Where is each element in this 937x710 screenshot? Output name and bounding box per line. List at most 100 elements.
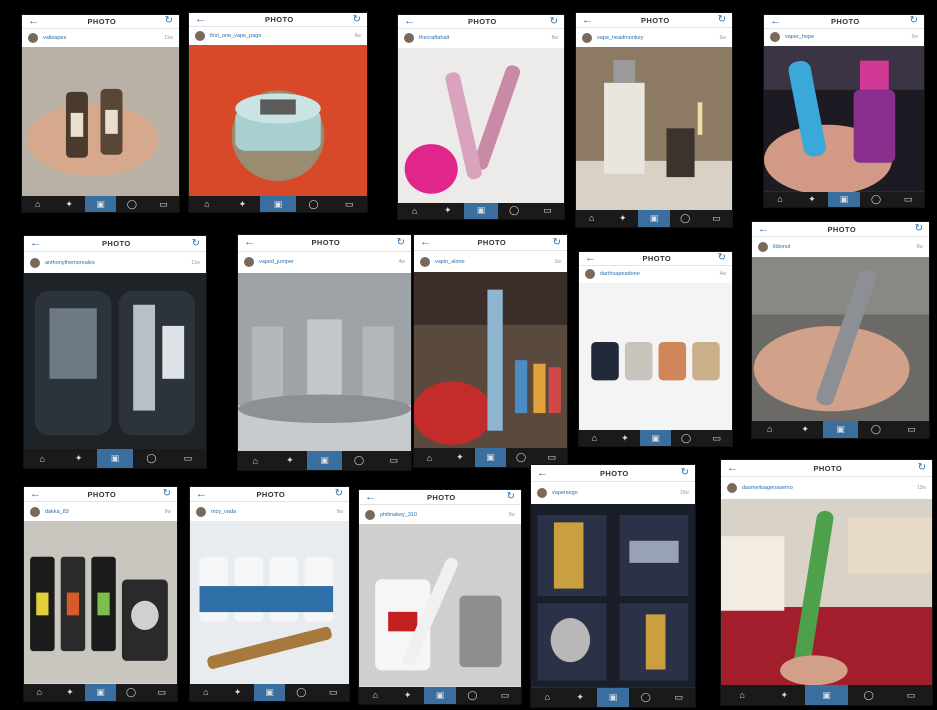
explore-icon[interactable]: ✦ bbox=[225, 196, 261, 212]
profile-icon[interactable]: ▭ bbox=[146, 684, 177, 701]
explore-icon[interactable]: ✦ bbox=[431, 203, 464, 219]
post-photo[interactable] bbox=[238, 272, 411, 452]
camera-icon[interactable]: ▣ bbox=[260, 196, 296, 212]
camera-icon[interactable]: ▣ bbox=[640, 430, 671, 446]
post-photo[interactable] bbox=[576, 47, 732, 210]
camera-icon[interactable]: ▣ bbox=[253, 683, 286, 701]
username-link[interactable]: vapin_alone bbox=[435, 259, 550, 265]
home-icon[interactable]: ⌂ bbox=[238, 451, 273, 470]
explore-icon[interactable]: ✦ bbox=[610, 430, 641, 446]
refresh-icon[interactable]: ↻ bbox=[918, 463, 926, 473]
activity-icon[interactable]: ◯ bbox=[133, 449, 169, 468]
profile-icon[interactable]: ▭ bbox=[376, 451, 411, 470]
explore-icon[interactable]: ✦ bbox=[55, 684, 86, 701]
activity-icon[interactable]: ◯ bbox=[629, 688, 662, 707]
home-icon[interactable]: ⌂ bbox=[24, 449, 60, 468]
post-photo[interactable] bbox=[190, 521, 349, 684]
profile-icon[interactable]: ▭ bbox=[148, 196, 179, 212]
home-icon[interactable]: ⌂ bbox=[189, 196, 225, 212]
back-arrow-icon[interactable]: ← bbox=[30, 238, 41, 249]
post-photo[interactable] bbox=[24, 521, 177, 684]
username-link[interactable]: philmakey_310 bbox=[380, 512, 504, 518]
activity-icon[interactable]: ◯ bbox=[848, 685, 890, 705]
camera-icon[interactable]: ▣ bbox=[475, 448, 506, 467]
back-arrow-icon[interactable]: ← bbox=[28, 15, 39, 27]
back-arrow-icon[interactable]: ← bbox=[195, 14, 206, 25]
home-icon[interactable]: ⌂ bbox=[398, 203, 431, 219]
back-arrow-icon[interactable]: ← bbox=[365, 491, 376, 503]
username-link[interactable]: mzy_vada bbox=[211, 509, 332, 515]
profile-icon[interactable]: ▭ bbox=[531, 203, 564, 219]
username-link[interactable]: vaitsapes bbox=[43, 35, 159, 41]
camera-icon[interactable]: ▣ bbox=[464, 202, 498, 219]
profile-icon[interactable]: ▭ bbox=[892, 192, 924, 207]
profile-icon[interactable]: ▭ bbox=[170, 449, 206, 468]
avatar[interactable] bbox=[30, 257, 40, 268]
username-link[interactable]: dakka_83 bbox=[45, 509, 160, 515]
camera-icon[interactable]: ▣ bbox=[822, 420, 859, 438]
explore-icon[interactable]: ✦ bbox=[564, 688, 597, 707]
activity-icon[interactable]: ◯ bbox=[671, 430, 702, 446]
post-photo[interactable] bbox=[752, 256, 929, 421]
back-arrow-icon[interactable]: ← bbox=[537, 467, 548, 479]
refresh-icon[interactable]: ↻ bbox=[550, 16, 558, 27]
avatar[interactable] bbox=[404, 33, 414, 44]
refresh-icon[interactable]: ↻ bbox=[718, 15, 726, 25]
home-icon[interactable]: ⌂ bbox=[22, 196, 53, 212]
profile-icon[interactable]: ▭ bbox=[331, 196, 367, 212]
avatar[interactable] bbox=[30, 506, 40, 517]
back-arrow-icon[interactable]: ← bbox=[770, 15, 781, 27]
avatar[interactable] bbox=[758, 241, 768, 252]
camera-icon[interactable]: ▣ bbox=[638, 209, 670, 227]
profile-icon[interactable]: ▭ bbox=[894, 421, 929, 438]
refresh-icon[interactable]: ↻ bbox=[397, 237, 405, 248]
camera-icon[interactable]: ▣ bbox=[84, 196, 117, 212]
refresh-icon[interactable]: ↻ bbox=[163, 489, 171, 499]
back-arrow-icon[interactable]: ← bbox=[244, 237, 255, 248]
activity-icon[interactable]: ◯ bbox=[296, 196, 332, 212]
explore-icon[interactable]: ✦ bbox=[391, 687, 423, 704]
home-icon[interactable]: ⌂ bbox=[579, 430, 610, 446]
refresh-icon[interactable]: ↻ bbox=[192, 238, 200, 249]
explore-icon[interactable]: ✦ bbox=[796, 192, 828, 207]
avatar[interactable] bbox=[365, 509, 375, 520]
avatar[interactable] bbox=[770, 32, 780, 43]
back-arrow-icon[interactable]: ← bbox=[758, 223, 769, 235]
home-icon[interactable]: ⌂ bbox=[752, 421, 787, 438]
back-arrow-icon[interactable]: ← bbox=[196, 488, 207, 500]
profile-icon[interactable]: ▭ bbox=[662, 688, 695, 707]
activity-icon[interactable]: ◯ bbox=[285, 684, 317, 701]
activity-icon[interactable]: ◯ bbox=[860, 192, 892, 207]
camera-icon[interactable]: ▣ bbox=[96, 449, 134, 468]
refresh-icon[interactable]: ↻ bbox=[335, 489, 343, 499]
avatar[interactable] bbox=[582, 32, 592, 43]
camera-icon[interactable]: ▣ bbox=[423, 686, 457, 704]
post-photo[interactable] bbox=[721, 499, 932, 686]
activity-icon[interactable]: ◯ bbox=[670, 210, 701, 227]
post-photo[interactable] bbox=[414, 272, 567, 449]
home-icon[interactable]: ⌂ bbox=[764, 192, 796, 207]
camera-icon[interactable]: ▣ bbox=[596, 687, 630, 707]
explore-icon[interactable]: ✦ bbox=[273, 451, 308, 470]
avatar[interactable] bbox=[195, 30, 205, 41]
home-icon[interactable]: ⌂ bbox=[531, 688, 564, 707]
back-arrow-icon[interactable]: ← bbox=[420, 237, 431, 248]
activity-icon[interactable]: ◯ bbox=[116, 684, 147, 701]
avatar[interactable] bbox=[537, 487, 547, 498]
username-link[interactable]: vape_headmonkey bbox=[597, 35, 715, 41]
username-link[interactable]: first_one_vape_page bbox=[210, 33, 350, 39]
post-photo[interactable] bbox=[189, 44, 367, 197]
username-link[interactable]: vapersego bbox=[552, 490, 675, 496]
avatar[interactable] bbox=[585, 269, 595, 280]
explore-icon[interactable]: ✦ bbox=[53, 196, 84, 212]
post-photo[interactable] bbox=[24, 273, 206, 450]
post-photo[interactable] bbox=[22, 46, 179, 197]
username-link[interactable]: lildonut bbox=[773, 244, 912, 250]
refresh-icon[interactable]: ↻ bbox=[353, 14, 361, 25]
explore-icon[interactable]: ✦ bbox=[60, 449, 96, 468]
refresh-icon[interactable]: ↻ bbox=[507, 492, 515, 502]
explore-icon[interactable]: ✦ bbox=[787, 421, 822, 438]
avatar[interactable] bbox=[196, 506, 206, 517]
explore-icon[interactable]: ✦ bbox=[222, 684, 254, 701]
profile-icon[interactable]: ▭ bbox=[317, 684, 349, 701]
